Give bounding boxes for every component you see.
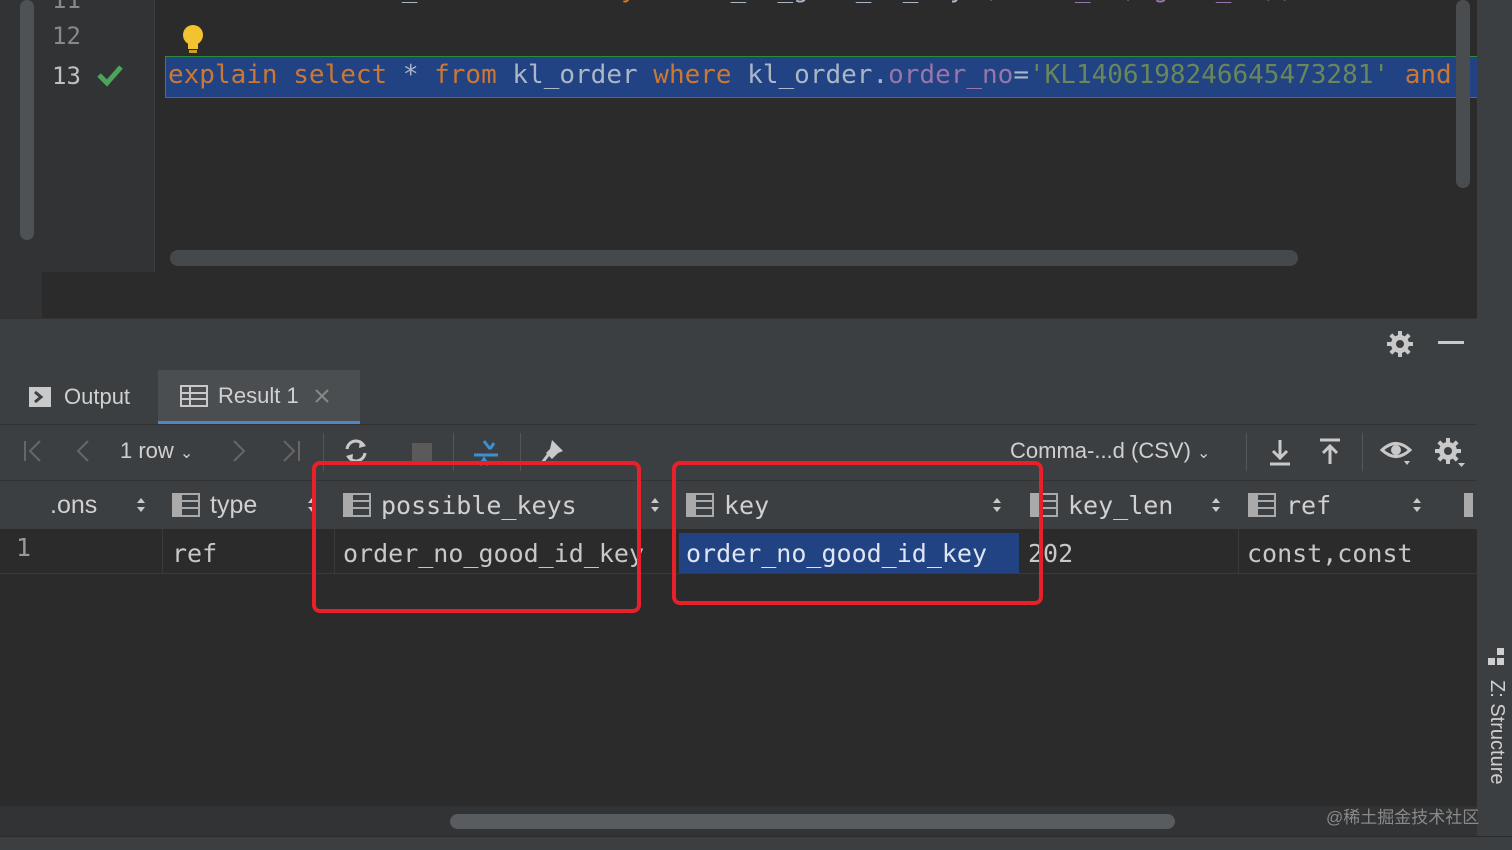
column-icon [1248, 493, 1276, 517]
console-icon [29, 387, 51, 407]
left-tool-strip [0, 0, 42, 318]
structure-icon [1488, 648, 1504, 665]
column-icon [172, 493, 200, 517]
code-line-13-text: explain select * from kl_order where kl_… [168, 60, 1467, 90]
export-format-selector[interactable]: Comma-...d (CSV) ⌄ [1010, 438, 1210, 464]
editor-horizontal-scrollbar[interactable] [170, 250, 1298, 266]
line-gutter: 11 12 13 [42, 0, 155, 272]
eye-icon[interactable] [1380, 437, 1414, 467]
toolbar-divider [1362, 433, 1363, 471]
code-token: kl_order [512, 60, 654, 90]
table-cell[interactable]: ref [172, 533, 302, 573]
column-divider [162, 529, 163, 573]
highlight-box-key [672, 461, 1043, 605]
code-token: explain [168, 60, 294, 90]
watermark: @稀土掘金技术社区 [1326, 808, 1480, 827]
code-token: from [434, 60, 513, 90]
result-tabs: Output Result 1 [0, 370, 1477, 425]
code-token: order_no_good_id_key [652, 0, 981, 4]
tab-output[interactable]: Output [28, 370, 130, 424]
tab-result-1[interactable]: Result 1 [158, 370, 360, 424]
code-token: alter [167, 0, 261, 4]
highlight-box-possible-keys [312, 461, 641, 613]
previous-page-icon[interactable] [74, 437, 92, 465]
structure-tab-label: Z: Structure [1486, 680, 1508, 785]
gear-icon[interactable] [1386, 330, 1414, 358]
column-header-key-len[interactable]: key_len [1030, 481, 1173, 529]
grid-horizontal-scrollbar[interactable] [450, 814, 1175, 829]
column-header-label: type [210, 490, 258, 519]
table-icon [180, 384, 208, 407]
tab-output-label: Output [64, 384, 131, 409]
close-icon[interactable] [315, 388, 329, 403]
toolbar-divider [1246, 433, 1247, 471]
column-header-ons[interactable]: .ons [50, 481, 97, 529]
editor-vertical-scrollbar[interactable] [1456, 0, 1470, 188]
code-token: = [1013, 60, 1029, 90]
code-token: where [653, 60, 748, 90]
code-token: kl_order. [747, 60, 889, 90]
code-token: * [402, 60, 435, 90]
code-token: select [293, 60, 403, 90]
column-header-type[interactable]: type [172, 481, 257, 529]
column-divider [1238, 529, 1239, 573]
column-overflow-indicator [1464, 493, 1473, 517]
line-number: 12 [52, 22, 81, 50]
table-cell[interactable]: const,const [1247, 533, 1467, 573]
sort-icon[interactable] [1411, 495, 1423, 515]
row-count-selector[interactable]: 1 row ⌄ [120, 438, 193, 464]
left-scrollbar[interactable] [20, 0, 34, 240]
column-header-label: key_len [1068, 490, 1174, 520]
services-panel-header [0, 318, 1477, 371]
code-line-13[interactable]: explain select * from kl_order where kl_… [165, 56, 1479, 98]
chevron-down-icon: ⌄ [1197, 445, 1211, 462]
chevron-down-icon: ⌄ [179, 445, 194, 462]
settings-gear-icon[interactable] [1434, 437, 1466, 469]
code-token: table [261, 0, 355, 4]
line-number: 13 [52, 62, 81, 90]
table-cell[interactable] [50, 533, 162, 573]
row-count-label: 1 row [120, 438, 174, 463]
status-bar [0, 836, 1512, 850]
last-page-icon[interactable] [280, 437, 302, 465]
sort-icon[interactable] [1210, 495, 1222, 515]
line-number: 11 [52, 0, 81, 14]
code-token: 'KL1406198246645473281' [1029, 60, 1405, 90]
first-page-icon[interactable] [22, 437, 44, 465]
code-token: add key [527, 0, 652, 4]
sort-icon[interactable] [649, 495, 661, 515]
column-header-label: ref [1286, 490, 1332, 520]
code-token: order_no [888, 60, 1014, 90]
code-token: `kl_order` [355, 0, 527, 4]
tab-result-label: Result 1 [218, 382, 299, 408]
check-icon [97, 65, 123, 87]
minimize-icon[interactable] [1438, 341, 1464, 344]
code-editor[interactable]: 11 12 13 alter table `kl_order` add key … [0, 0, 1512, 318]
next-page-icon[interactable] [230, 437, 248, 465]
structure-side-tab[interactable]: Z: Structure [1480, 648, 1510, 810]
column-header-ref[interactable]: ref [1248, 481, 1331, 529]
upload-icon[interactable] [1316, 437, 1344, 467]
column-header-label: .ons [50, 490, 98, 519]
table-cell[interactable]: 202 [1028, 533, 1228, 573]
download-icon[interactable] [1266, 437, 1294, 467]
code-token: (order_no, good_id); [981, 0, 1294, 4]
row-number: 1 [16, 533, 32, 562]
export-format-label: Comma-...d (CSV) [1010, 438, 1191, 463]
sort-icon[interactable] [135, 495, 147, 515]
code-line-11: alter table `kl_order` add key order_no_… [167, 0, 1294, 4]
code-area[interactable]: alter table `kl_order` add key order_no_… [155, 0, 1479, 272]
